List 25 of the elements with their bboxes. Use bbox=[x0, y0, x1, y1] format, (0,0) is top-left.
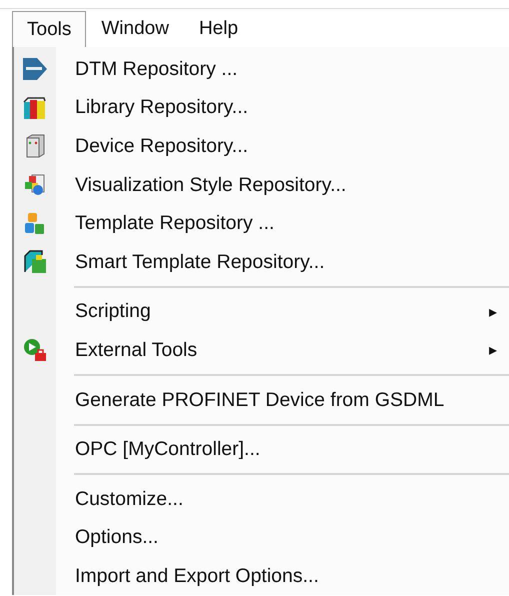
menu-item[interactable]: OPC [MyController]... bbox=[14, 430, 509, 469]
play-toolbox-icon bbox=[23, 338, 47, 362]
menu-bar-item[interactable]: Window bbox=[86, 11, 184, 47]
menu-item[interactable]: Visualization Style Repository... bbox=[14, 166, 509, 204]
menu-item[interactable]: Scripting ▸ bbox=[14, 292, 509, 332]
menu-item[interactable]: Generate PROFINET Device from GSDML bbox=[14, 380, 509, 420]
menu-bar-item[interactable]: Help bbox=[184, 11, 254, 47]
menu-item[interactable]: Device Repository... bbox=[14, 127, 509, 166]
menu-item[interactable]: Library Repository... bbox=[14, 88, 509, 128]
menu-item[interactable]: Options... bbox=[14, 518, 509, 558]
device-icon bbox=[24, 134, 46, 158]
style-palette-icon bbox=[23, 173, 47, 198]
menu-item[interactable]: Smart Template Repository... bbox=[14, 242, 509, 282]
menu-item[interactable]: Template Repository ... bbox=[14, 204, 509, 243]
menu-item[interactable]: Customize... bbox=[14, 480, 509, 519]
submenu-arrow-icon: ▸ bbox=[489, 302, 497, 322]
menu-item[interactable]: External Tools ▸ bbox=[14, 331, 509, 370]
menu-bar-item[interactable]: Tools bbox=[12, 11, 86, 47]
submenu-arrow-icon: ▸ bbox=[489, 340, 497, 360]
dtm-logo-icon bbox=[23, 58, 47, 80]
cubes-icon bbox=[24, 212, 46, 236]
menu-item[interactable]: DTM Repository ... bbox=[14, 50, 509, 89]
menu-item[interactable]: Import and Export Options... bbox=[14, 557, 509, 596]
books-icon bbox=[23, 96, 47, 120]
puzzle-template-icon bbox=[23, 250, 47, 274]
